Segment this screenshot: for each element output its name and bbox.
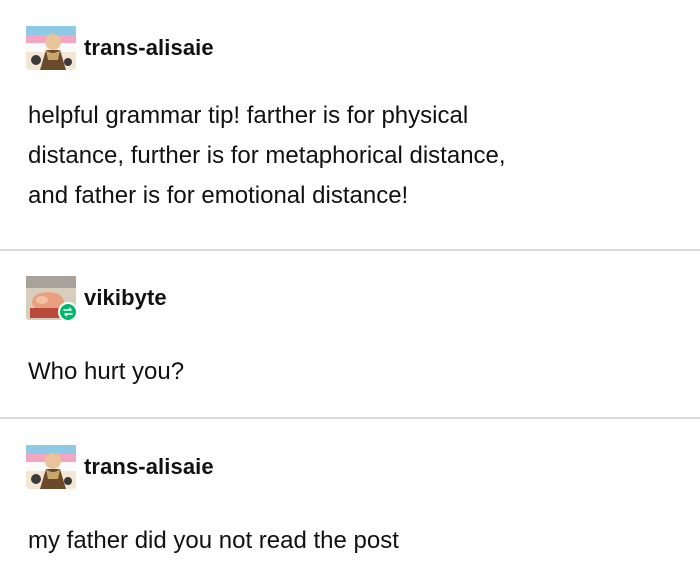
post-header: vikibyte (26, 276, 167, 322)
reblog-icon (58, 302, 78, 322)
username[interactable]: vikibyte (84, 285, 167, 311)
post-body: my father did you not read the post (28, 521, 678, 561)
post-text-line: my father did you not read the post (28, 527, 399, 554)
post-original: trans-alisaie helpful grammar tip! farth… (0, 0, 700, 250)
user-avatar-icon[interactable] (26, 26, 76, 70)
post-text-line: and father is for emotional distance! (28, 182, 409, 209)
post-header: trans-alisaie (26, 445, 214, 489)
post-reply: trans-alisaie my father did you not read… (0, 418, 700, 588)
post-reply: vikibyte Who hurt you? (0, 250, 700, 418)
post-text-line: Who hurt you? (28, 358, 185, 385)
username[interactable]: trans-alisaie (84, 454, 214, 480)
post-text-line: distance, further is for metaphorical di… (28, 142, 506, 169)
user-avatar-icon[interactable] (26, 276, 78, 322)
post-body: helpful grammar tip! farther is for phys… (28, 96, 678, 216)
post-text-line: helpful grammar tip! farther is for phys… (28, 102, 469, 129)
user-avatar-icon[interactable] (26, 445, 76, 489)
post-header: trans-alisaie (26, 26, 214, 70)
post-body: Who hurt you? (28, 352, 678, 392)
username[interactable]: trans-alisaie (84, 35, 214, 61)
